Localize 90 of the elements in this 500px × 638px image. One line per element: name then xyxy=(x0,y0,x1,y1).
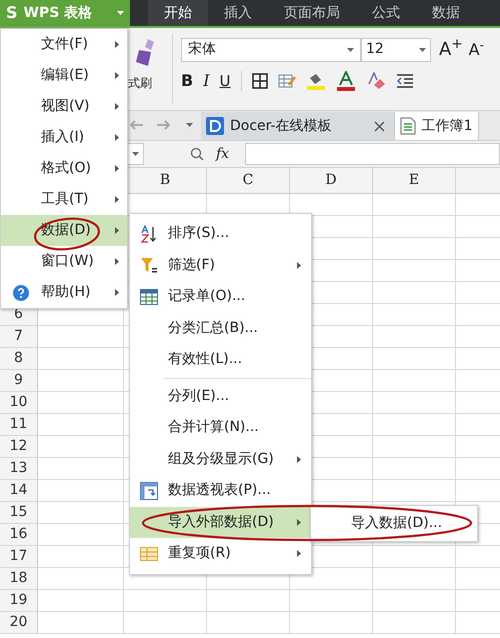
pivot-table-icon xyxy=(140,482,158,500)
menu-item[interactable]: 合并计算(N)... xyxy=(130,412,311,444)
ribbon-tab[interactable]: 页面布局 xyxy=(268,0,356,26)
menu-item[interactable]: 格式(O) xyxy=(1,153,127,184)
submenu-arrow-icon xyxy=(115,165,119,172)
submenu-arrow-icon xyxy=(115,258,119,265)
shrink-font-button[interactable]: A$^{-}$ xyxy=(468,38,484,62)
menu-item[interactable]: 分列(E)... xyxy=(130,380,311,412)
caret-icon xyxy=(347,48,354,52)
row-header: 9 xyxy=(0,370,38,391)
caret-icon xyxy=(419,48,426,52)
submenu-arrow-icon xyxy=(115,196,119,203)
text-style-button[interactable]: B xyxy=(181,69,194,93)
ribbon-tab[interactable]: 数据 xyxy=(416,0,476,26)
submenu-arrow-icon xyxy=(115,289,119,296)
formula-input[interactable] xyxy=(245,143,500,165)
eraser-icon[interactable] xyxy=(366,72,386,90)
text-style-button[interactable]: U xyxy=(220,70,231,92)
align-icon[interactable] xyxy=(396,73,414,89)
submenu-arrow-icon xyxy=(115,72,119,79)
font-size-select[interactable]: 12 xyxy=(361,38,431,62)
table-form-icon xyxy=(140,288,158,305)
cell-style-icon[interactable] xyxy=(278,73,296,89)
app-menu-label: WPS 表格 xyxy=(24,4,92,22)
row-header: 15 xyxy=(0,502,38,523)
menu-item[interactable]: 组及分级显示(G) xyxy=(130,444,311,475)
annotation-ellipse xyxy=(32,216,102,252)
ribbon-tab[interactable]: 公式 xyxy=(356,0,416,26)
spreadsheet-file-icon xyxy=(400,117,416,135)
row-header: 12 xyxy=(0,436,38,457)
close-icon[interactable] xyxy=(374,120,385,132)
help-icon xyxy=(13,284,29,300)
row-header: 19 xyxy=(0,590,38,611)
fill-color-icon[interactable] xyxy=(306,72,326,90)
row-header: 13 xyxy=(0,458,38,479)
docer-logo-icon xyxy=(206,117,224,135)
logo-mark: S xyxy=(6,2,18,24)
menu-item[interactable]: 筛选(F) xyxy=(130,250,311,281)
menu-item[interactable]: 导入数据(D)... xyxy=(311,508,477,539)
font-color-icon[interactable] xyxy=(336,71,356,91)
menu-item[interactable]: 分类汇总(B)... xyxy=(130,312,311,344)
menu-item[interactable]: 视图(V) xyxy=(1,91,127,122)
ribbon-tab[interactable]: 开始 xyxy=(148,0,208,26)
row-header: 18 xyxy=(0,568,38,589)
row-header: 8 xyxy=(0,348,38,369)
submenu-arrow-icon xyxy=(115,134,119,141)
submenu-arrow-icon xyxy=(115,227,119,234)
search-icon[interactable] xyxy=(190,147,204,161)
menu-item[interactable]: 有效性(L)... xyxy=(130,344,311,376)
menu-item[interactable]: 窗口(W) xyxy=(1,246,127,277)
submenu-arrow-icon xyxy=(297,550,301,558)
submenu-arrow-icon xyxy=(297,262,301,269)
grow-font-button[interactable]: A$^{+}$ xyxy=(439,36,463,63)
menu-item[interactable]: 记录单(O)... xyxy=(130,281,311,312)
table-icon xyxy=(140,546,158,561)
row-header: 7 xyxy=(0,326,38,347)
function-label[interactable]: fx xyxy=(216,144,230,164)
row-header: 20 xyxy=(0,612,38,633)
menu-item[interactable]: 排序(S)... xyxy=(130,218,311,250)
caret-icon[interactable] xyxy=(186,123,193,127)
sort-az-icon xyxy=(140,224,158,243)
menu-item[interactable]: 数据透视表(P)... xyxy=(130,475,311,506)
row-header: 14 xyxy=(0,480,38,501)
submenu-arrow-icon xyxy=(297,518,301,526)
menu-item[interactable]: 工具(T) xyxy=(1,184,127,215)
menu-item[interactable]: 导入外部数据(D) xyxy=(130,506,311,538)
row-header: 11 xyxy=(0,414,38,435)
menu-item[interactable]: 重复项(R) xyxy=(130,538,311,570)
filter-icon xyxy=(140,256,158,274)
column-header: C xyxy=(207,168,290,193)
column-header: D xyxy=(290,168,373,193)
font-select[interactable]: 宋体 xyxy=(181,38,361,62)
column-header: E xyxy=(373,168,456,193)
menu-item[interactable]: 文件(F) xyxy=(1,29,127,60)
ribbon-tab[interactable]: 插入 xyxy=(208,0,268,26)
row-header: 16 xyxy=(0,524,38,545)
menu-item[interactable]: 编辑(E) xyxy=(1,60,127,91)
menu-item[interactable]: 插入(I) xyxy=(1,122,127,153)
borders-icon[interactable] xyxy=(252,73,268,89)
submenu-arrow-icon xyxy=(115,103,119,110)
row-header: 10 xyxy=(0,392,38,413)
submenu-arrow-icon xyxy=(115,41,119,48)
submenu-arrow-icon xyxy=(297,456,301,463)
caret-icon xyxy=(132,152,138,156)
caret-icon xyxy=(117,11,124,15)
row-header: 17 xyxy=(0,546,38,567)
document-tab[interactable]: Docer-在线模板 xyxy=(201,112,395,140)
format-painter-label: 式刷 xyxy=(128,75,152,92)
text-style-button[interactable]: I xyxy=(203,69,210,93)
document-tab[interactable]: 工作簿1 xyxy=(394,112,478,140)
